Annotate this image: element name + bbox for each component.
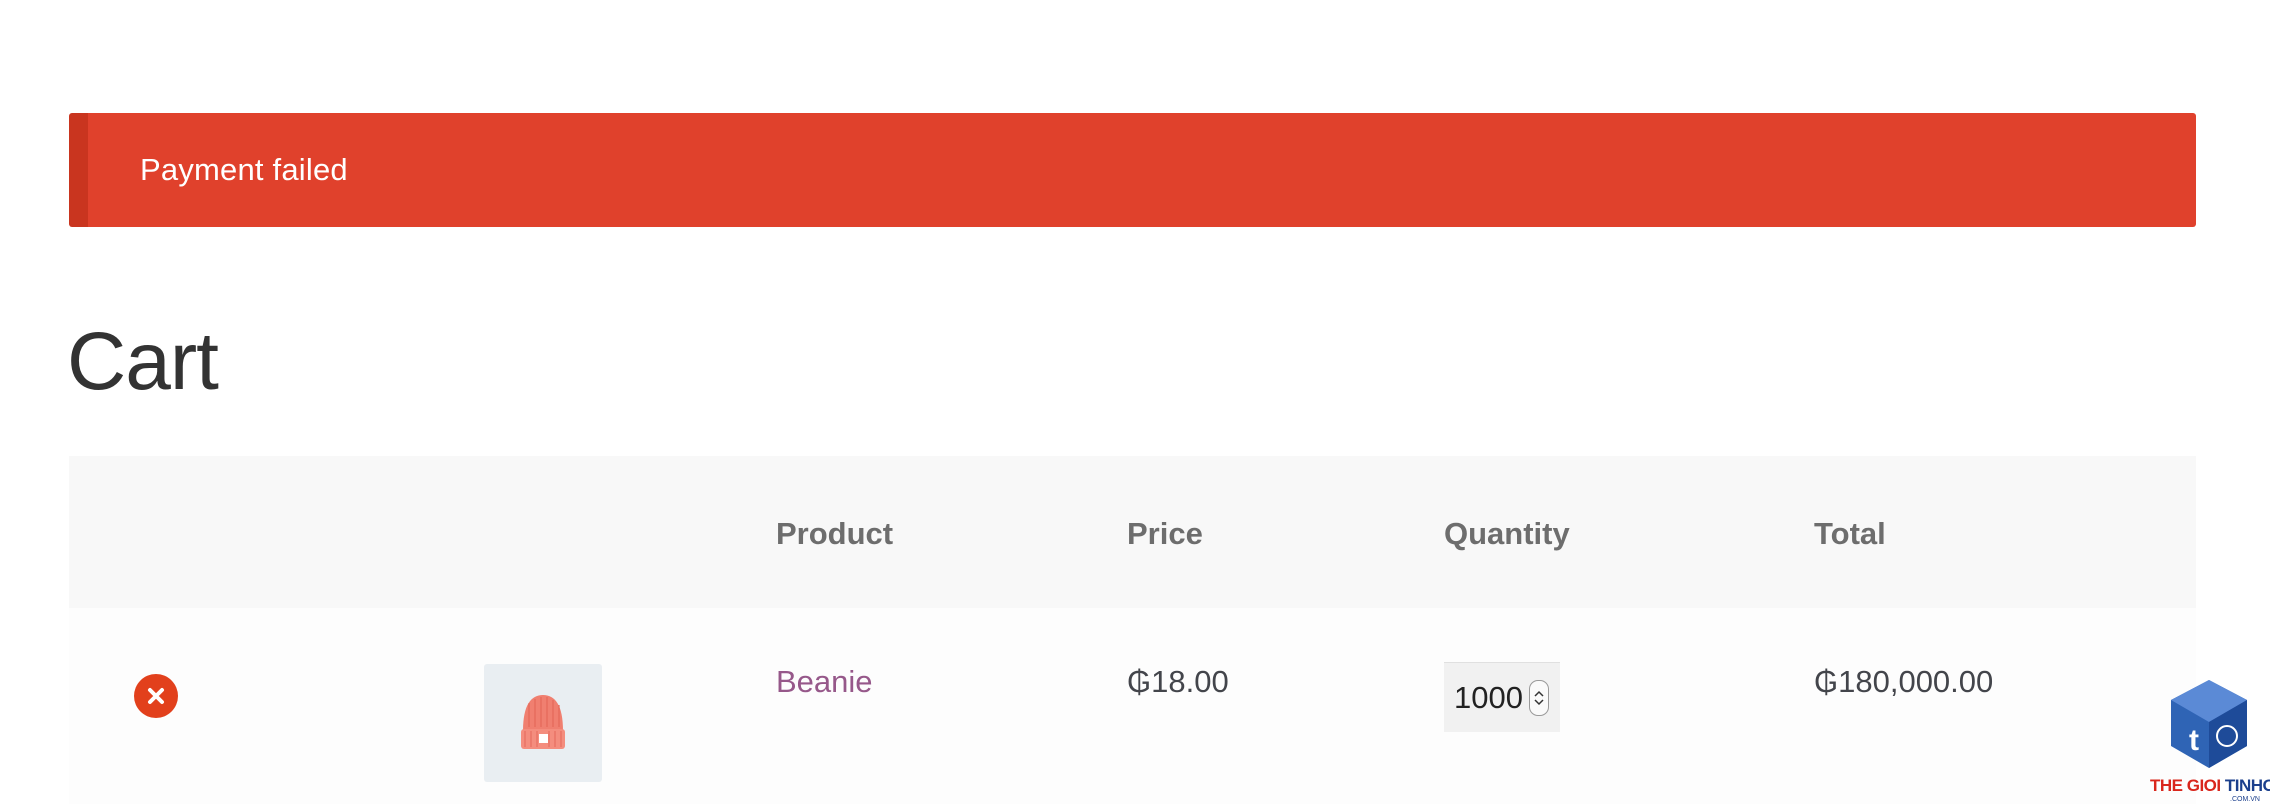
quantity-value[interactable]: 1000 — [1454, 680, 1523, 716]
remove-item-button[interactable] — [134, 674, 178, 718]
notice-message: Payment failed — [140, 152, 348, 187]
header-price: Price — [1127, 516, 1203, 551]
cart-table: Product Price Quantity Total Beanie ₲18.… — [69, 456, 2196, 804]
remove-x-icon — [148, 688, 164, 704]
quantity-input[interactable]: 1000 — [1444, 662, 1560, 732]
chevron-up-icon[interactable] — [1534, 690, 1544, 698]
table-row: Beanie ₲18.00 1000 ₲180,000.00 — [69, 608, 2196, 804]
page: Payment failed Cart Product Price Quanti… — [0, 0, 2270, 804]
chevron-down-icon[interactable] — [1534, 698, 1544, 706]
beanie-hat-icon — [521, 695, 565, 749]
header-quantity: Quantity — [1444, 516, 1570, 551]
page-title: Cart — [67, 316, 219, 407]
product-name-link[interactable]: Beanie — [776, 664, 873, 700]
watermark-text: THE GIOI TINHOC — [2150, 776, 2270, 795]
cart-table-header: Product Price Quantity Total — [69, 456, 2196, 608]
cube-logo-icon: t — [2171, 680, 2247, 768]
quantity-stepper[interactable] — [1528, 679, 1549, 716]
item-price: ₲18.00 — [1127, 664, 1229, 699]
svg-text:t: t — [2189, 724, 2199, 757]
error-notice: Payment failed — [69, 113, 2196, 227]
header-product: Product — [776, 516, 894, 551]
watermark-subtext: .COM.VN — [2230, 796, 2260, 803]
header-total: Total — [1814, 516, 1886, 551]
watermark-logo: t THE GIOI TINHOC .COM.VN — [2150, 678, 2270, 804]
product-thumbnail[interactable] — [484, 664, 602, 782]
item-total: ₲180,000.00 — [1814, 664, 1994, 699]
